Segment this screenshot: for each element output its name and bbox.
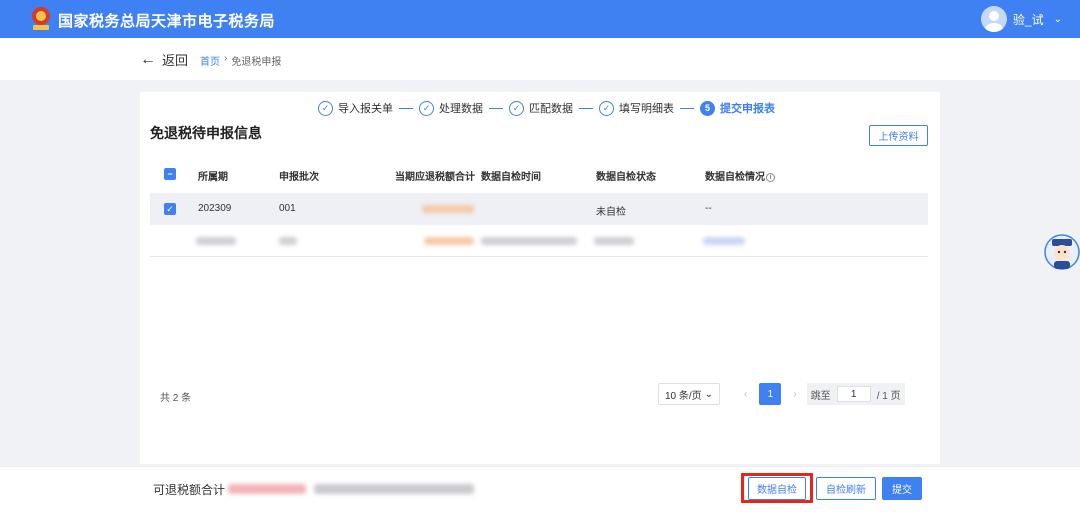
user-name: 验_试 (1012, 12, 1044, 27)
declaration-table: − 所属期 申报批次 当期应退税额合计 数据自检时间 数据自检状态 数据自检情况… (150, 158, 928, 257)
emblem-icon (32, 7, 50, 30)
submit-button[interactable]: 提交 (882, 477, 922, 500)
table-header: − 所属期 申报批次 当期应退税额合计 数据自检时间 数据自检状态 数据自检情况… (150, 158, 928, 190)
main-card (140, 92, 940, 464)
cell-check-detail: -- (705, 203, 712, 214)
column-header: 当期应退税额合计 (395, 172, 475, 183)
redacted-total (314, 484, 474, 494)
step-connector (489, 107, 503, 109)
self-check-refresh-button[interactable]: 自检刷新 (816, 477, 876, 500)
total-count: 共 2 条 (160, 393, 192, 404)
upload-button[interactable]: 上传资料 (869, 125, 928, 146)
table-row[interactable]: ✓ 202309 001 未自检 -- (150, 193, 928, 225)
check-circle-icon: ✓ (599, 100, 614, 116)
table-row[interactable] (150, 225, 928, 257)
column-header: 所属期 (198, 172, 228, 183)
step-label: 匹配数据 (529, 103, 573, 115)
avatar-icon (980, 6, 1007, 32)
chevron-down-icon: ⌄ (704, 388, 713, 400)
pagination: 10 条/页 ⌄ ‹ 1 › 跳至 1 / 1 页 (658, 383, 905, 405)
step-3: ✓ 匹配数据 (509, 100, 573, 116)
user-menu[interactable]: 验_试 ⌄ (980, 6, 1062, 32)
total-pages: / 1 页 (876, 390, 901, 402)
info-icon[interactable]: i (766, 172, 775, 182)
redacted-cell (279, 237, 297, 245)
assistant-icon[interactable] (1040, 230, 1080, 274)
back-button[interactable]: ← 返回 (140, 50, 188, 69)
page-number[interactable]: 1 (759, 383, 782, 405)
column-header: 数据自检情况 i (705, 168, 775, 183)
redacted-total (228, 484, 306, 494)
step-2: ✓ 处理数据 (419, 100, 483, 116)
check-circle-icon: ✓ (318, 100, 333, 116)
back-label: 返回 (162, 53, 189, 68)
page-size-select[interactable]: 10 条/页 ⌄ (658, 383, 720, 405)
redacted-cell (196, 237, 236, 245)
cell-batch: 001 (279, 203, 296, 214)
check-circle-icon: ✓ (419, 100, 434, 116)
redacted-refund (422, 205, 474, 213)
jump-label: 跳至 (810, 390, 831, 402)
cell-period: 202309 (198, 203, 232, 214)
step-label: 处理数据 (439, 103, 483, 115)
redacted-cell (424, 237, 474, 245)
step-label: 导入报关单 (338, 103, 393, 115)
highlight-box (741, 473, 813, 503)
redacted-cell (481, 237, 577, 245)
row-checkbox[interactable]: ✓ (164, 203, 176, 215)
jump-to-page: 跳至 1 / 1 页 (806, 383, 905, 405)
redacted-cell (594, 237, 634, 245)
step-4: ✓ 填写明细表 (599, 100, 674, 116)
sub-bar: ← 返回 首页 › 免退税申报 (0, 38, 1080, 80)
column-header-label: 数据自检情况 (705, 172, 765, 183)
column-header: 数据自检时间 (481, 172, 541, 183)
step-connector (579, 107, 593, 109)
app-title: 国家税务总局天津市电子税务局 (58, 13, 276, 30)
check-circle-icon: ✓ (509, 100, 524, 116)
page-size-value: 10 条/页 (665, 390, 702, 402)
progress-steps: ✓ 导入报关单 ✓ 处理数据 ✓ 匹配数据 ✓ 填写明细表 5 提交申报表 (318, 100, 775, 116)
top-bar: 国家税务总局天津市电子税务局 验_试 ⌄ (0, 0, 1080, 38)
step-1: ✓ 导入报关单 (318, 100, 393, 116)
step-connector (399, 107, 413, 109)
step-number: 5 (700, 100, 715, 116)
cell-check-status: 未自检 (596, 207, 626, 218)
chevron-down-icon: ⌄ (1053, 13, 1062, 25)
step-connector (680, 107, 694, 109)
step-5: 5 提交申报表 (700, 100, 775, 116)
select-all-checkbox[interactable]: − (164, 168, 176, 180)
arrow-left-icon: ← (140, 50, 156, 68)
step-label: 填写明细表 (619, 103, 674, 115)
step-label: 提交申报表 (720, 103, 775, 115)
breadcrumb-separator: › (224, 53, 228, 64)
section-title: 免退税待申报信息 (150, 125, 262, 141)
jump-input[interactable]: 1 (836, 386, 871, 402)
breadcrumb-home[interactable]: 首页 (200, 53, 220, 68)
breadcrumb-current: 免退税申报 (231, 57, 282, 68)
redacted-cell (703, 237, 745, 245)
column-header: 数据自检状态 (596, 172, 656, 183)
refund-total-label: 可退税额合计 (153, 483, 226, 497)
breadcrumb: 首页 › 免退税申报 (200, 53, 281, 68)
column-header: 申报批次 (279, 172, 319, 183)
prev-page-button[interactable]: ‹ (744, 389, 747, 400)
next-page-button[interactable]: › (793, 389, 796, 400)
